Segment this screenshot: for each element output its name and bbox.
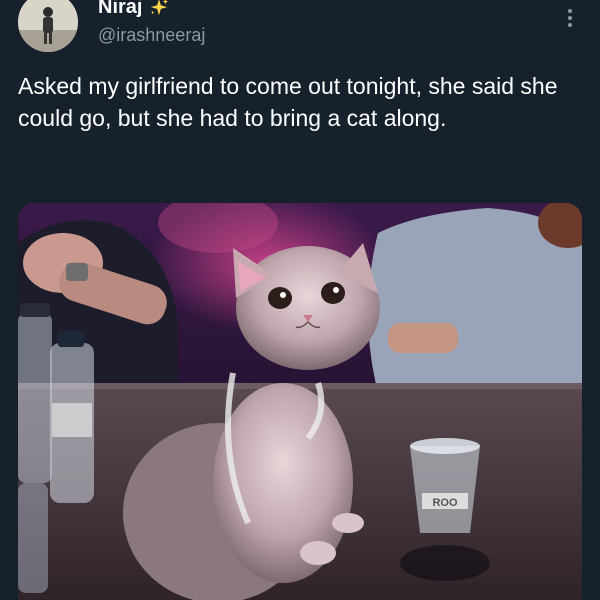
author-name-row: Niraj xyxy=(98,0,170,19)
cat-photo: ROO xyxy=(18,203,582,600)
sparkle-icon xyxy=(148,0,170,19)
tweet-card: Niraj @irashneeraj Asked my girlfriend t… xyxy=(0,0,600,600)
tweet-media-photo[interactable]: ROO xyxy=(18,203,582,600)
author-handle[interactable]: @irashneeraj xyxy=(98,25,205,46)
tweet-text: Asked my girlfriend to come out tonight,… xyxy=(18,73,558,131)
avatar[interactable] xyxy=(18,0,78,52)
more-vertical-icon[interactable] xyxy=(562,6,578,30)
glass-print: ROO xyxy=(432,497,458,509)
author-display-name[interactable]: Niraj xyxy=(98,0,142,19)
avatar-image xyxy=(18,0,78,52)
